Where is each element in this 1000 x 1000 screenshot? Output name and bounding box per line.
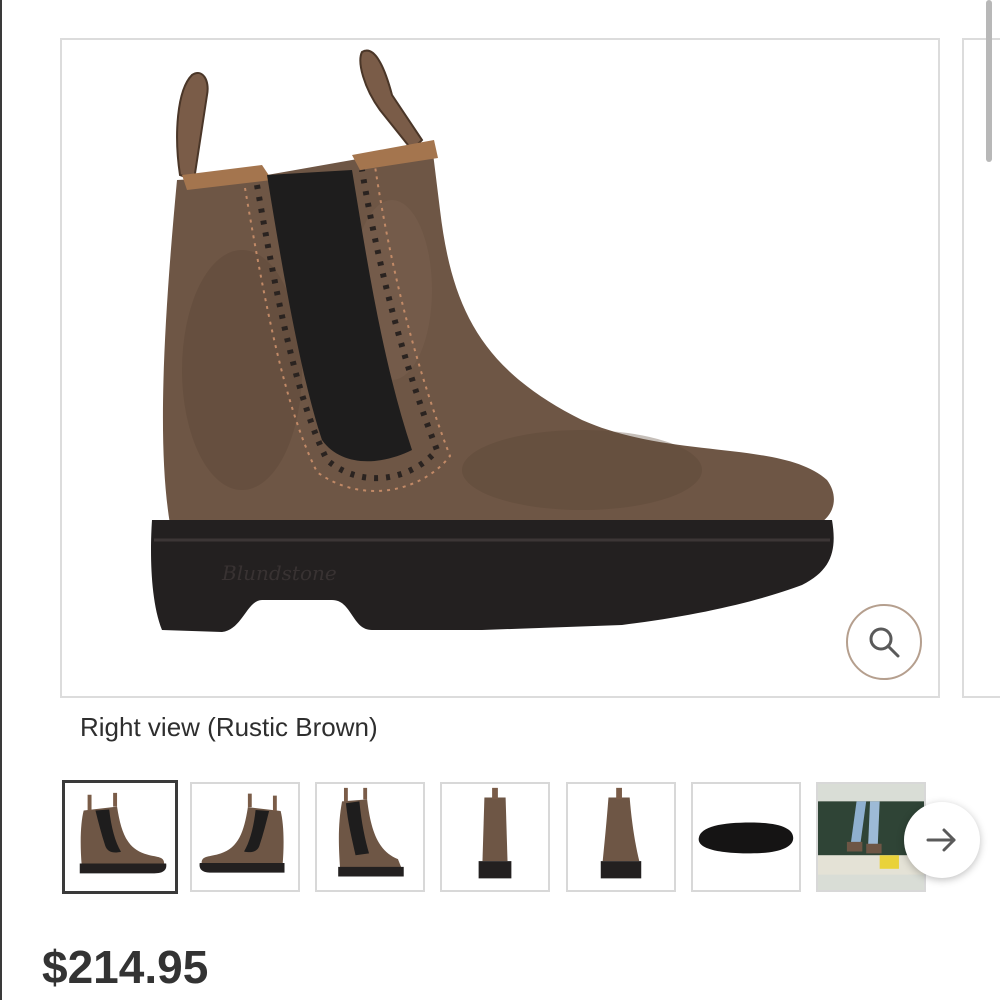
scrollbar[interactable] xyxy=(986,0,992,162)
left-edge-divider xyxy=(0,0,2,1000)
boot-thumbnail-image xyxy=(600,787,642,879)
product-price: $214.95 xyxy=(42,941,209,993)
main-product-image[interactable]: Blundstone xyxy=(60,38,940,698)
boot-thumbnail-image xyxy=(199,793,285,873)
image-caption: Right view (Rustic Brown) xyxy=(80,712,378,742)
thumbnail-three-quarter-view[interactable] xyxy=(315,782,425,892)
thumbnail-left-view[interactable] xyxy=(190,782,300,892)
arrow-right-icon xyxy=(926,828,956,852)
svg-text:Blundstone: Blundstone xyxy=(221,561,337,585)
magnifier-icon xyxy=(869,627,900,658)
thumbnail-back-view[interactable] xyxy=(440,782,550,892)
chelsea-boot-image: Blundstone xyxy=(151,49,834,632)
boot-thumbnail-image xyxy=(478,787,512,879)
boot-thumbnail-image xyxy=(338,787,404,877)
thumbnail-front-view[interactable] xyxy=(566,782,676,892)
thumbnail-right-view[interactable] xyxy=(62,780,178,894)
thumbnail-sole-view[interactable] xyxy=(691,782,801,892)
next-image-peek[interactable] xyxy=(962,38,1000,698)
boot-thumbnail-image xyxy=(79,792,167,874)
boot-sole-thumbnail-image xyxy=(698,822,794,854)
next-thumbnails-button[interactable] xyxy=(904,802,980,878)
zoom-button[interactable] xyxy=(846,604,922,680)
